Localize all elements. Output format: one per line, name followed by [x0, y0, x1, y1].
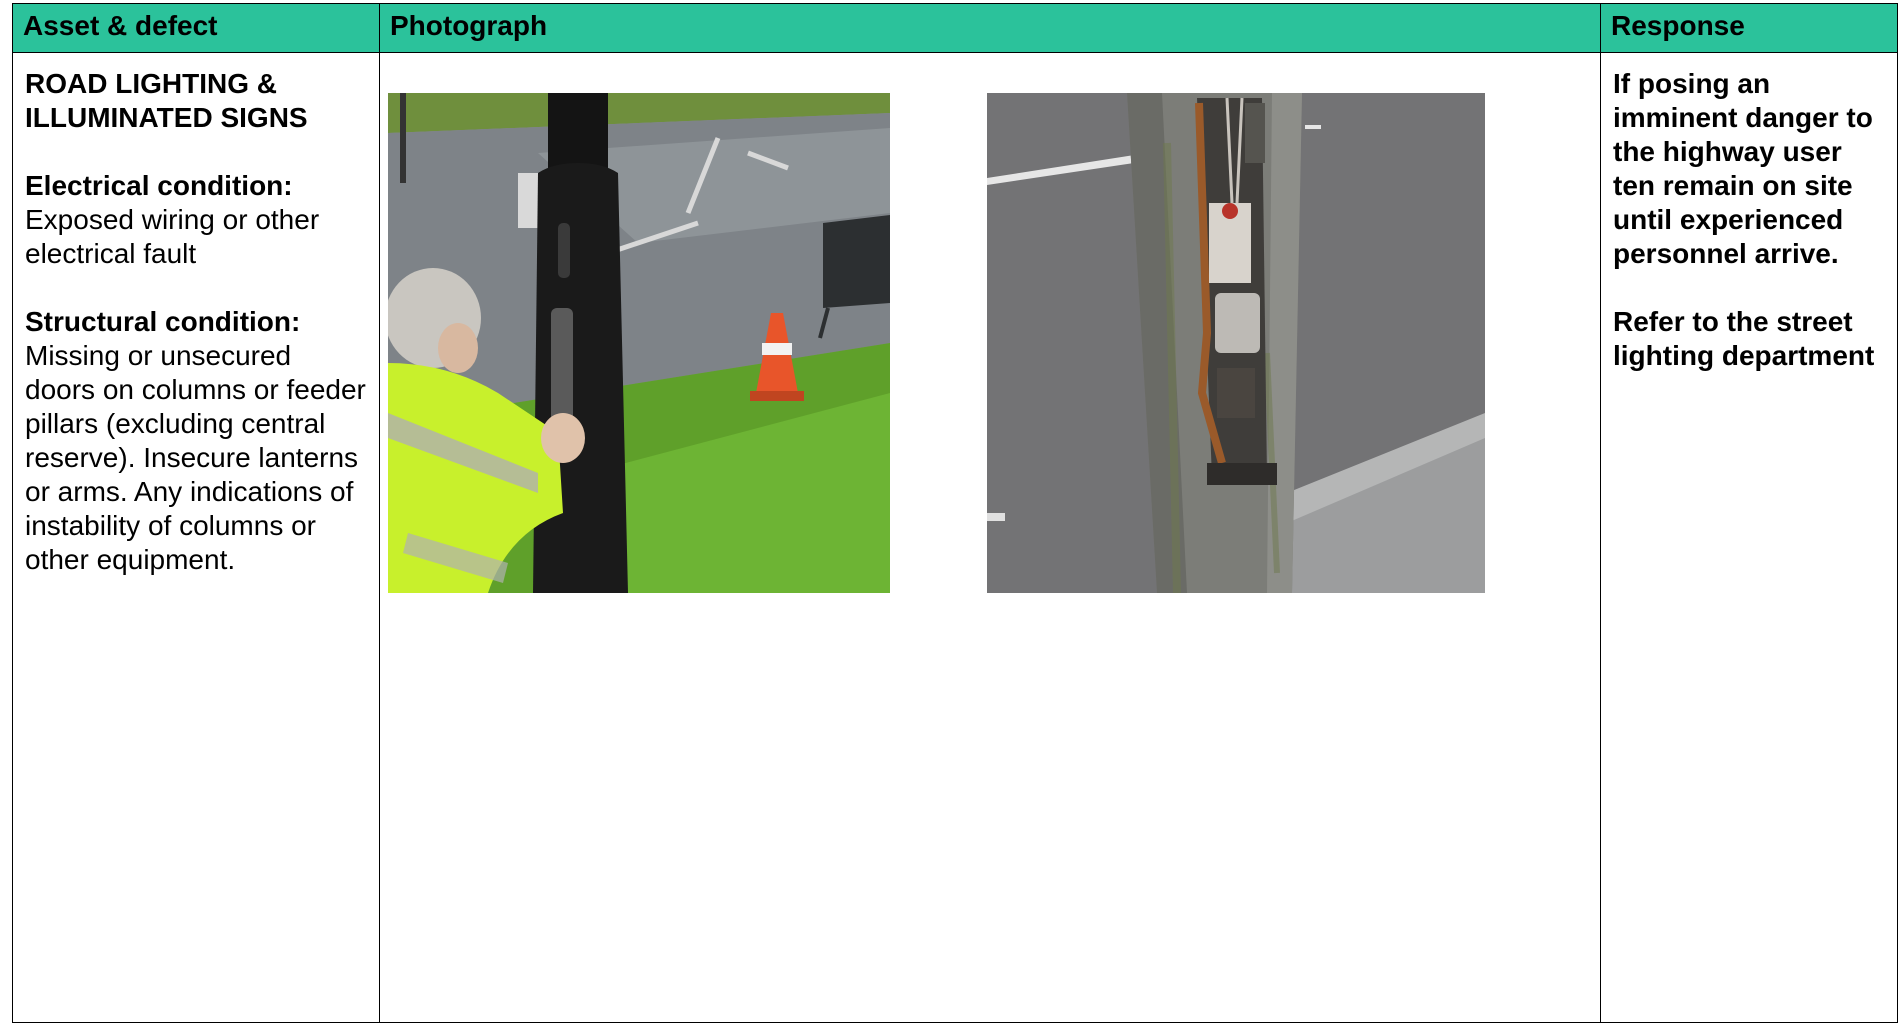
electrical-text: Exposed wiring or other electrical fault — [25, 204, 320, 269]
header-asset-defect: Asset & defect — [12, 3, 380, 53]
photograph-cell — [379, 52, 1601, 1023]
asset-title: ROAD LIGHTING & ILLUMINATED SIGNS — [25, 68, 308, 133]
header-row: Asset & defect Photograph Response — [12, 3, 1898, 53]
response-para-1: If posing an imminent danger to the high… — [1613, 68, 1873, 269]
response-cell: If posing an imminent danger to the high… — [1600, 52, 1898, 1023]
defect-row: ROAD LIGHTING & ILLUMINATED SIGNS Electr… — [12, 52, 1898, 1023]
structural-heading: Structural condition: — [25, 306, 301, 337]
photo-exposed-wiring — [987, 93, 1485, 593]
defect-table: Asset & defect Photograph Response ROAD … — [12, 3, 1898, 1023]
header-photograph: Photograph — [379, 3, 1601, 53]
structural-text: Missing or unsecured doors on columns or… — [25, 340, 366, 575]
defect-table-page: Asset & defect Photograph Response ROAD … — [0, 0, 1898, 1023]
response-para-2: Refer to the street lighting department — [1613, 306, 1875, 371]
photo-worker-column — [388, 93, 890, 593]
electrical-heading: Electrical condition: — [25, 170, 293, 201]
header-response: Response — [1600, 3, 1898, 53]
asset-defect-cell: ROAD LIGHTING & ILLUMINATED SIGNS Electr… — [12, 52, 380, 1023]
